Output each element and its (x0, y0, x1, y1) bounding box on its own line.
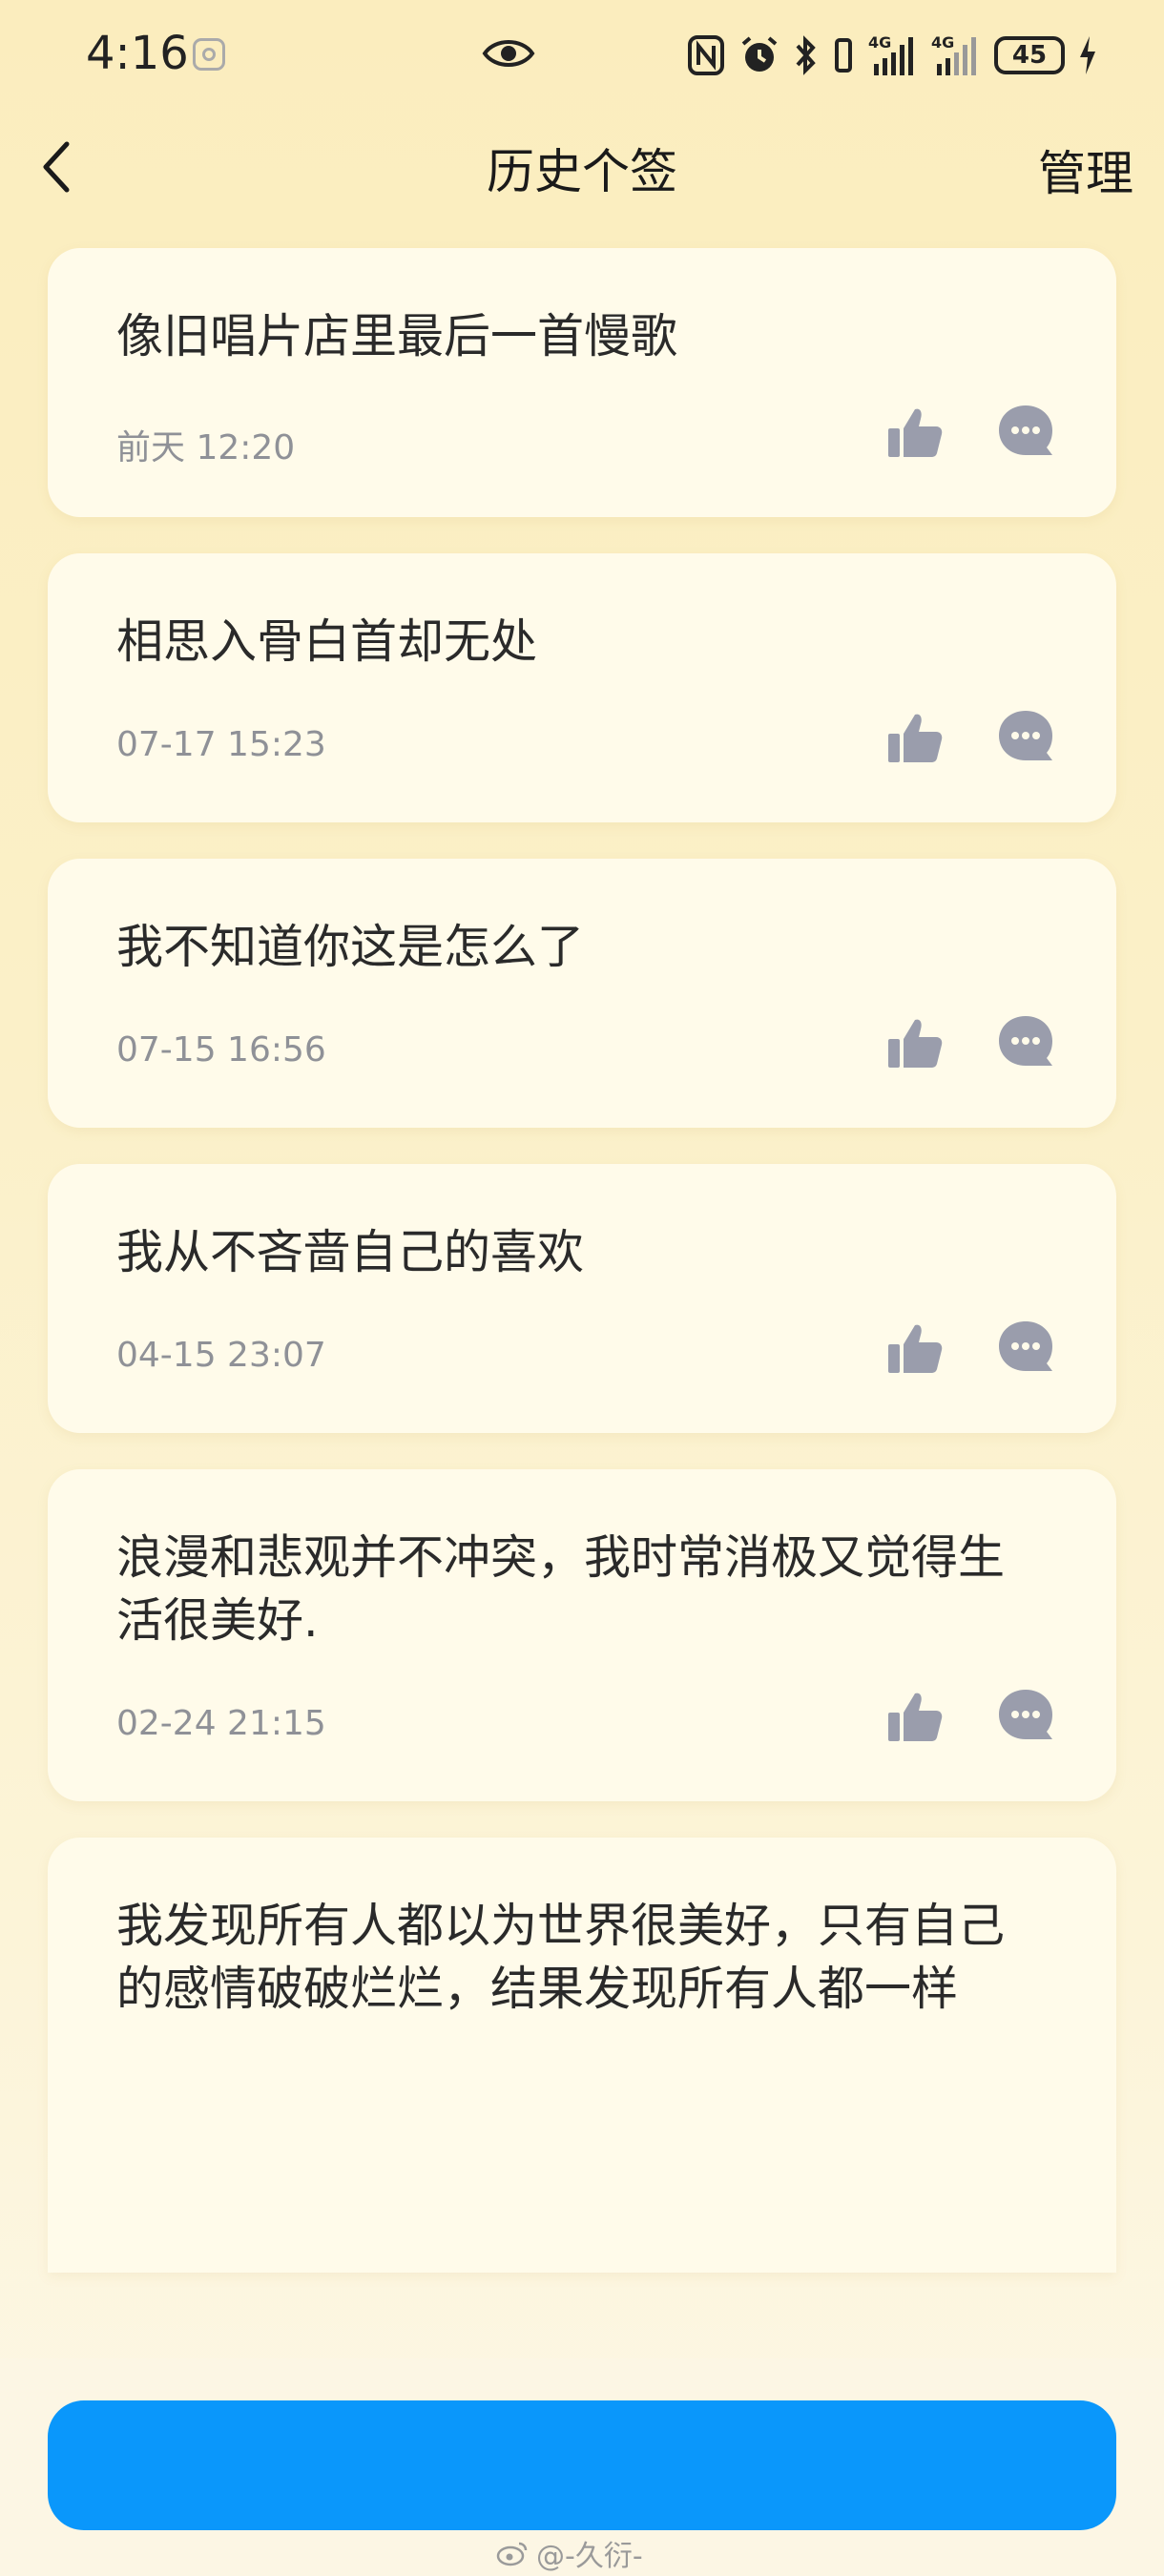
bottom-bar: @-久衍- (0, 2358, 1164, 2576)
weibo-logo-icon (496, 2542, 528, 2566)
comment-button[interactable] (994, 1317, 1057, 1380)
thumbs-up-icon (888, 408, 943, 457)
signature-text: 相思入骨白首却无处 (116, 614, 538, 669)
signature-card[interactable]: 浪漫和悲观并不冲突，我时常消极又觉得生活很美好. 02-24 21:15 (48, 1469, 1116, 1801)
comment-button[interactable] (994, 1685, 1057, 1748)
comment-button[interactable] (994, 401, 1057, 464)
like-button[interactable] (883, 706, 946, 769)
status-time: 4:16 (86, 27, 189, 80)
like-button[interactable] (883, 1011, 946, 1074)
bluetooth-icon (794, 34, 819, 76)
comment-bubble-icon (999, 405, 1052, 455)
signature-time: 前天 12:20 (116, 428, 296, 467)
comment-bubble-icon (999, 1690, 1052, 1739)
comment-bubble-icon (999, 1321, 1052, 1371)
signature-card[interactable]: 我发现所有人都以为世界很美好，只有自己的感情破破烂烂，结果发现所有人都一样 (48, 1838, 1116, 2273)
signature-list: 像旧唱片店里最后一首慢歌 前天 12:20 相思入骨白首却无处 07-17 15… (48, 248, 1116, 2273)
signature-card[interactable]: 我不知道你这是怎么了 07-15 16:56 (48, 859, 1116, 1128)
thumbs-up-icon (888, 1019, 943, 1068)
nfc-icon (687, 34, 725, 76)
like-button[interactable] (883, 1685, 946, 1748)
signature-card[interactable]: 像旧唱片店里最后一首慢歌 前天 12:20 (48, 248, 1116, 517)
watermark: @-久衍- (496, 2532, 643, 2574)
signature-card[interactable]: 我从不吝啬自己的喜欢 04-15 23:07 (48, 1164, 1116, 1433)
signature-time: 02-24 21:15 (116, 1704, 326, 1743)
comment-bubble-icon (999, 1016, 1052, 1066)
vibrate-icon (832, 36, 855, 74)
manage-button[interactable]: 管理 (1038, 135, 1133, 204)
watermark-text: @-久衍- (536, 2540, 643, 2573)
signature-card[interactable]: 相思入骨白首却无处 07-17 15:23 (48, 553, 1116, 822)
battery-icon: 45 (994, 36, 1065, 74)
nav-bar: 历史个签 管理 (0, 113, 1164, 219)
comment-button[interactable] (994, 706, 1057, 769)
alarm-icon (738, 34, 780, 76)
signal-icon: 4G (931, 33, 981, 77)
charging-icon (1078, 34, 1097, 76)
like-button[interactable] (883, 1317, 946, 1380)
eye-icon (482, 34, 535, 76)
screen-record-icon (193, 38, 225, 71)
signature-text: 浪漫和悲观并不冲突，我时常消极又觉得生活很美好. (116, 1530, 1006, 1648)
signature-time: 04-15 23:07 (116, 1336, 326, 1375)
primary-action-button[interactable] (48, 2400, 1116, 2530)
signal-icon: 4G (868, 33, 918, 77)
signature-time: 07-17 15:23 (116, 725, 326, 764)
thumbs-up-icon (888, 1693, 943, 1741)
signature-text: 我从不吝啬自己的喜欢 (116, 1225, 585, 1279)
status-bar: 4:16 4G 4G 45 (0, 0, 1164, 113)
like-button[interactable] (883, 401, 946, 464)
thumbs-up-icon (888, 714, 943, 762)
signature-text: 像旧唱片店里最后一首慢歌 (116, 309, 678, 364)
comment-button[interactable] (994, 1011, 1057, 1074)
signature-text: 我不知道你这是怎么了 (116, 920, 585, 974)
signature-time: 07-15 16:56 (116, 1030, 326, 1070)
page-title: 历史个签 (487, 144, 677, 199)
comment-bubble-icon (999, 711, 1052, 760)
thumbs-up-icon (888, 1324, 943, 1373)
signature-text: 我发现所有人都以为世界很美好，只有自己的感情破破烂烂，结果发现所有人都一样 (116, 1899, 1006, 2016)
